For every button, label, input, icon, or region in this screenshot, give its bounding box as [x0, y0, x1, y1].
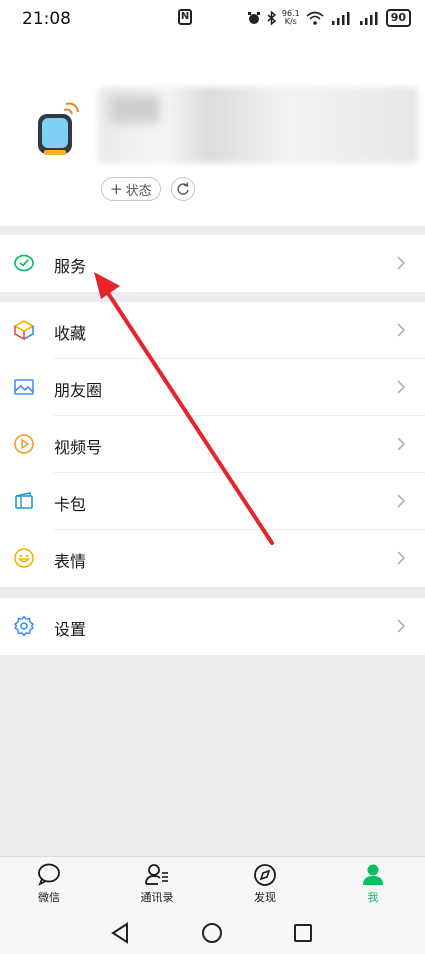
battery-icon: 90	[385, 9, 411, 27]
menu-item-moments[interactable]: 朋友圈	[0, 359, 425, 416]
profile-header[interactable]: + 状态	[0, 40, 425, 226]
chevron-right-icon	[397, 380, 406, 394]
refresh-icon	[177, 182, 189, 195]
gear-icon	[13, 615, 35, 637]
service-icon	[14, 254, 34, 272]
chevron-right-icon	[397, 256, 406, 270]
menu-item-favorites[interactable]: 收藏	[0, 302, 425, 359]
network-speed: 96.1 K/s	[281, 9, 300, 26]
person-icon	[363, 864, 383, 885]
signal-icon	[331, 12, 350, 25]
tab-me[interactable]: 我	[343, 863, 403, 905]
menu-item-stickers[interactable]: 表情	[0, 530, 425, 587]
menu-label-favorites: 收藏	[54, 324, 87, 343]
menu-item-settings[interactable]: 设置	[0, 598, 425, 655]
status-button-label: 状态	[125, 183, 152, 199]
tab-contacts[interactable]: 通讯录	[127, 863, 187, 905]
chat-bubble-icon	[38, 863, 60, 886]
alarm-icon	[247, 12, 260, 24]
menu-label-channels: 视频号	[54, 438, 103, 457]
menu-label-moments: 朋友圈	[54, 381, 103, 400]
smiley-icon	[14, 548, 34, 568]
channels-icon	[14, 434, 34, 454]
main-menu-section: 收藏 朋友圈 视频号 卡包 表情	[0, 302, 425, 587]
menu-item-cards[interactable]: 卡包	[0, 473, 425, 530]
menu-label-service: 服务	[54, 257, 87, 276]
status-bar: 21:08 N 96.1 K/s 90	[0, 0, 425, 40]
menu-item-channels[interactable]: 视频号	[0, 416, 425, 473]
home-icon[interactable]	[201, 922, 223, 944]
settings-section: 设置	[0, 598, 425, 655]
chevron-right-icon	[397, 551, 406, 565]
signal-icon-2	[359, 12, 378, 25]
wallet-icon	[15, 492, 33, 509]
chevron-right-icon	[397, 323, 406, 337]
nfc-icon: N	[178, 9, 192, 25]
system-nav-bar	[0, 912, 425, 954]
menu-item-service[interactable]: 服务	[0, 235, 425, 292]
menu-label-cards: 卡包	[54, 495, 87, 514]
menu-label-stickers: 表情	[54, 552, 87, 571]
bluetooth-icon	[267, 11, 276, 25]
favorites-icon	[13, 320, 35, 341]
profile-name-blur	[110, 95, 160, 123]
contacts-icon	[145, 864, 168, 885]
status-icons: 96.1 K/s 90	[247, 9, 411, 27]
recents-icon[interactable]	[293, 922, 313, 944]
status-time: 21:08	[22, 9, 71, 29]
chevron-right-icon	[397, 494, 406, 508]
service-section: 服务	[0, 235, 425, 292]
refresh-status-button[interactable]	[171, 177, 195, 201]
menu-label-settings: 设置	[54, 620, 87, 639]
tab-label-me: 我	[367, 891, 379, 904]
tab-label-chats: 微信	[38, 891, 60, 904]
chevron-right-icon	[397, 437, 406, 451]
avatar[interactable]	[26, 100, 86, 160]
wifi-icon	[306, 11, 324, 25]
chevron-right-icon	[397, 619, 406, 633]
tab-discover[interactable]: 发现	[235, 863, 295, 905]
tab-label-discover: 发现	[254, 891, 276, 904]
tab-chats[interactable]: 微信	[19, 863, 79, 905]
add-status-button[interactable]: + 状态	[101, 177, 161, 201]
back-icon[interactable]	[110, 922, 130, 944]
bottom-tab-bar: 微信 通讯录 发现 我	[0, 856, 425, 913]
moments-icon	[14, 379, 34, 395]
plus-icon: +	[110, 179, 123, 198]
compass-icon	[254, 864, 276, 886]
tab-label-contacts: 通讯录	[140, 891, 174, 904]
